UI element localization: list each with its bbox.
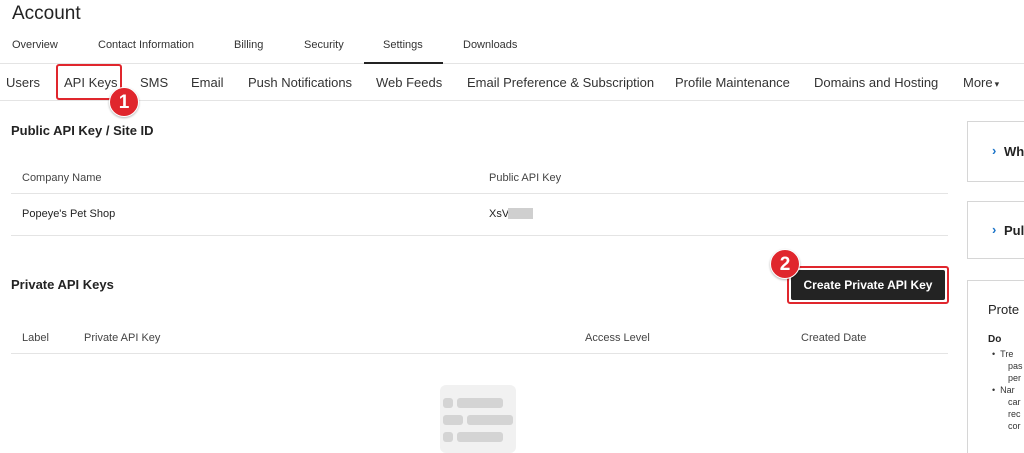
list-item: cor [1008, 421, 1021, 431]
empty-state-bar [457, 398, 503, 408]
subtab-email[interactable]: Email [191, 75, 224, 90]
tab-security[interactable]: Security [304, 39, 344, 51]
side-panel-heading: Prote [988, 302, 1020, 317]
settings-sub-tab-bar: Users API Keys SMS Email Push Notificati… [0, 64, 1024, 101]
table-divider [11, 193, 948, 194]
top-tab-bar: Overview Contact Information Billing Sec… [0, 30, 1024, 64]
column-header-access-level: Access Level [585, 332, 650, 344]
column-header-public-api-key: Public API Key [489, 172, 562, 184]
column-header-label: Label [22, 332, 49, 344]
table-divider [11, 235, 948, 236]
empty-state-bar [443, 398, 453, 408]
side-panel-list: • Tre pas per • Nar car rec cor [992, 348, 1023, 432]
private-api-section-title: Private API Keys [11, 277, 114, 292]
side-panel-do-label: Do [988, 334, 1002, 345]
subtab-sms[interactable]: SMS [140, 75, 168, 90]
list-item: pas [1008, 361, 1023, 371]
empty-state-bar [467, 415, 513, 425]
table-divider [11, 353, 948, 354]
side-panel-title: Wh [1004, 144, 1024, 159]
side-panel-collapsed[interactable]: › Wh [967, 121, 1024, 182]
step-badge-2: 2 [770, 249, 800, 279]
tab-billing[interactable]: Billing [234, 39, 263, 51]
side-panel-protect: Prote Do • Tre pas per • Nar car rec cor [967, 280, 1024, 453]
create-private-api-key-button[interactable]: Create Private API Key [791, 270, 945, 300]
page-title: Account [12, 3, 81, 24]
tab-contact-information[interactable]: Contact Information [98, 39, 194, 51]
list-item: per [1008, 373, 1022, 383]
side-panel-collapsed[interactable]: › Pul [967, 201, 1024, 259]
column-header-company-name: Company Name [22, 172, 102, 184]
step-badge-1: 1 [109, 87, 139, 117]
list-item: car [1008, 397, 1021, 407]
redacted-key-block [508, 208, 533, 219]
public-api-section-title: Public API Key / Site ID [11, 123, 154, 138]
tab-overview[interactable]: Overview [12, 39, 58, 51]
empty-state-illustration [440, 385, 516, 453]
empty-state-bar [443, 415, 463, 425]
subtab-more-label: More [963, 75, 993, 90]
subtab-web-feeds[interactable]: Web Feeds [376, 75, 442, 90]
cell-company-name: Popeye's Pet Shop [22, 208, 116, 220]
side-panel-title: Pul [1004, 223, 1024, 238]
tab-downloads[interactable]: Downloads [463, 39, 517, 51]
column-header-private-api-key: Private API Key [84, 332, 161, 344]
empty-state-bar [457, 432, 503, 442]
chevron-right-icon: › [992, 143, 997, 158]
list-item: • Tre [992, 349, 1014, 359]
column-header-created-date: Created Date [801, 332, 867, 344]
subtab-profile-maintenance[interactable]: Profile Maintenance [675, 75, 790, 90]
chevron-right-icon: › [992, 222, 997, 237]
tab-settings[interactable]: Settings [383, 39, 423, 51]
empty-state-bar [443, 432, 453, 442]
subtab-users[interactable]: Users [6, 75, 40, 90]
subtab-push-notifications[interactable]: Push Notifications [248, 75, 352, 90]
list-item: rec [1008, 409, 1021, 419]
cell-public-api-key[interactable]: XsV [489, 208, 509, 220]
list-item: • Nar [992, 385, 1015, 395]
subtab-more[interactable]: More ▾ [963, 75, 999, 90]
chevron-down-icon: ▾ [994, 79, 1000, 89]
subtab-domains-and-hosting[interactable]: Domains and Hosting [814, 75, 938, 90]
subtab-email-preference[interactable]: Email Preference & Subscription [467, 75, 654, 90]
